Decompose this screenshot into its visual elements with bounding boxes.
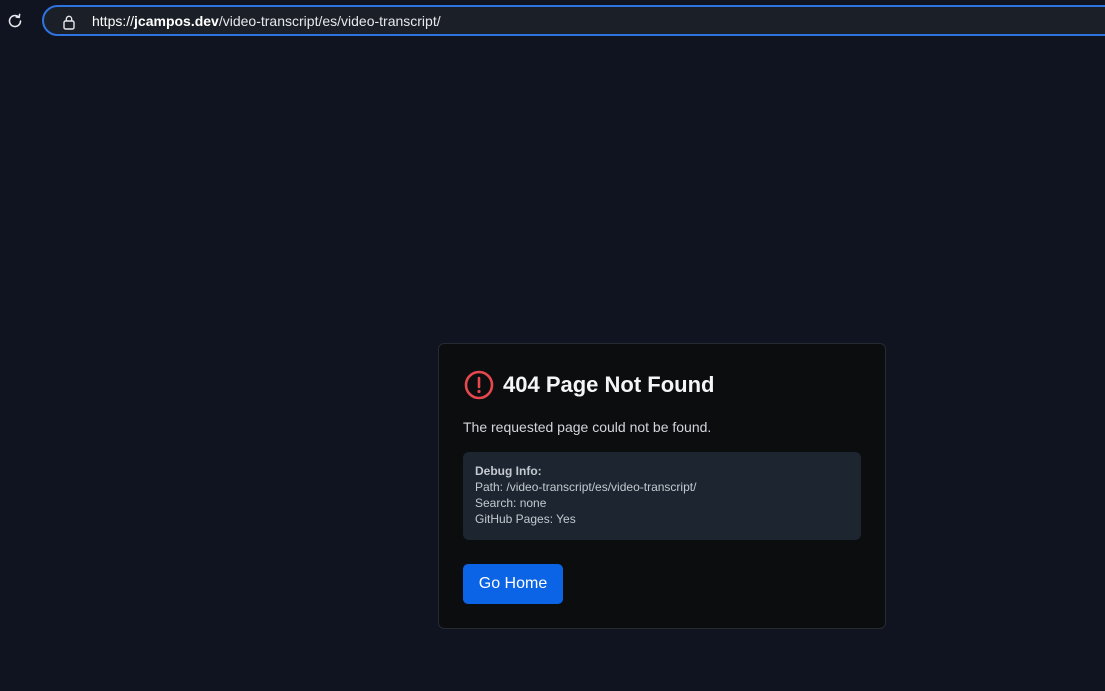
page-title: 404 Page Not Found: [503, 372, 715, 397]
browser-toolbar: https://jcampos.dev/video-transcript/es/…: [0, 0, 1105, 41]
error-message: The requested page could not be found.: [463, 419, 712, 435]
url-host: jcampos.dev: [134, 13, 219, 29]
reload-icon[interactable]: [5, 11, 25, 31]
go-home-button[interactable]: Go Home: [463, 564, 563, 604]
debug-heading: Debug Info:: [475, 464, 542, 478]
address-bar[interactable]: https://jcampos.dev/video-transcript/es/…: [42, 5, 1105, 36]
url-scheme: https://: [92, 13, 135, 29]
title-row: 404 Page Not Found: [463, 369, 714, 401]
debug-github-pages: GitHub Pages: Yes: [475, 512, 576, 526]
debug-path: Path: /video-transcript/es/video-transcr…: [475, 480, 697, 494]
url-text[interactable]: https://jcampos.dev/video-transcript/es/…: [92, 13, 441, 30]
error-card: 404 Page Not Found The requested page co…: [438, 343, 886, 629]
debug-info-panel: Debug Info: Path: /video-transcript/es/v…: [463, 452, 861, 540]
lock-icon[interactable]: [62, 14, 76, 30]
url-path: /video-transcript/es/video-transcript/: [218, 13, 441, 29]
debug-search: Search: none: [475, 496, 547, 510]
alert-circle-icon: [463, 369, 495, 401]
